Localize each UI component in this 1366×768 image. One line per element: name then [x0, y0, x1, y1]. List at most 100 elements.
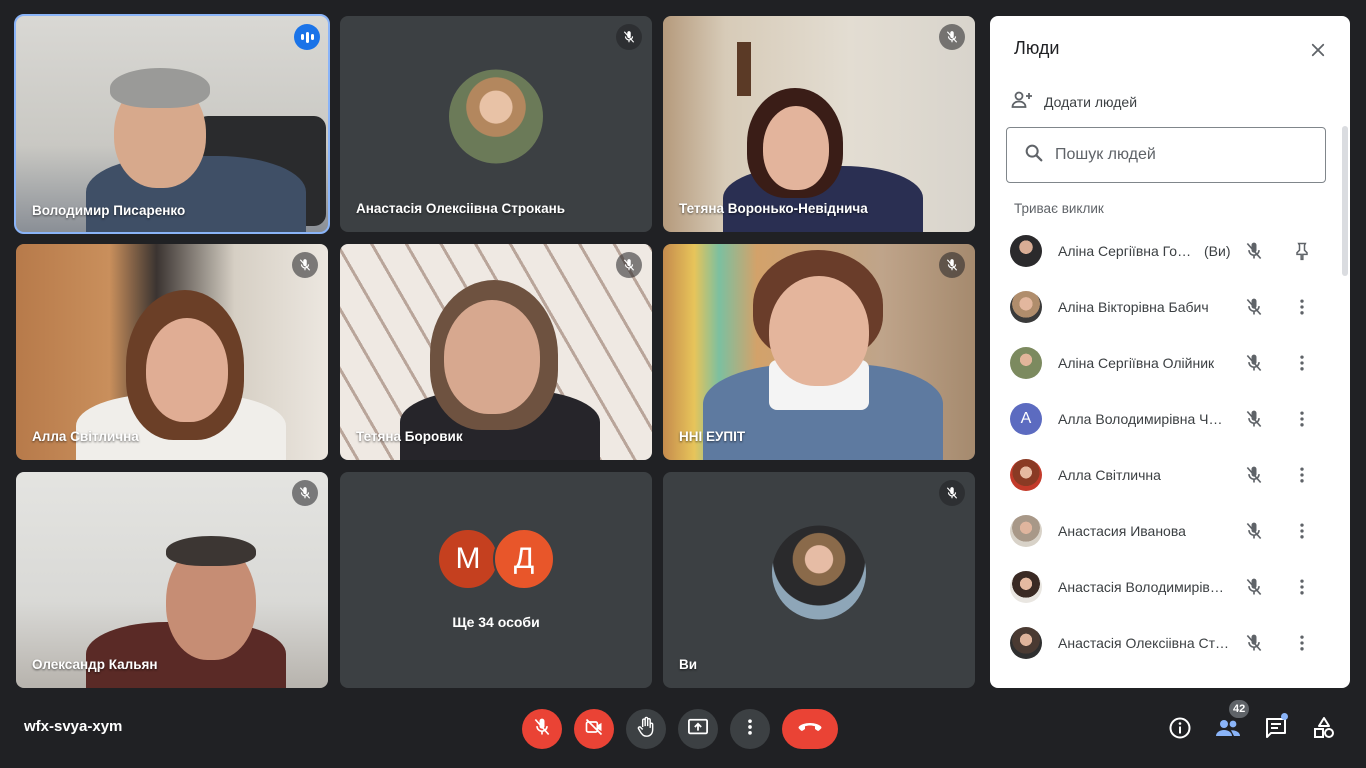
search-field[interactable]: [1006, 127, 1326, 183]
mic-off-icon: [292, 252, 318, 278]
more-vert-icon[interactable]: [1290, 575, 1314, 599]
avatar: [449, 69, 543, 164]
chat-notification-dot: [1281, 713, 1288, 720]
more-options-button[interactable]: [730, 709, 770, 749]
close-icon[interactable]: [1304, 36, 1332, 64]
avatar: [1010, 235, 1042, 267]
activities-icon[interactable]: [1310, 714, 1338, 742]
participant-name: Аліна Вікторівна Бабич: [1058, 299, 1209, 315]
participant-name: Алла Володимирівна Че…: [1058, 411, 1230, 427]
participant-name: ННІ ЕУПІТ: [679, 429, 746, 444]
participant-name: Аліна Сергіївна Олійник: [1058, 355, 1215, 371]
mic-off-icon: [532, 717, 552, 742]
raise-hand-button[interactable]: [626, 709, 666, 749]
scrollbar[interactable]: [1342, 126, 1348, 276]
mic-toggle-button[interactable]: [522, 709, 562, 749]
participant-name: Анастасія Олексіівна Строкань: [356, 201, 566, 216]
panel-title: Люди: [1014, 38, 1060, 58]
avatar: [1010, 571, 1042, 603]
video-feed: [16, 16, 328, 232]
avatar: [1010, 291, 1042, 323]
participant-list: Аліна Сергіївна Гон… (Ви) Аліна Вікторів…: [990, 223, 1342, 671]
people-panel: Люди Додати людей Триває виклик Аліна Се…: [990, 16, 1350, 688]
mic-off-icon: [939, 480, 965, 506]
participant-tile[interactable]: Олександр Кальян: [16, 472, 328, 688]
more-vert-icon[interactable]: [1290, 407, 1314, 431]
list-item[interactable]: Анастасія Володимирівн…: [990, 559, 1342, 615]
participant-name: Тетяна Боровик: [356, 429, 463, 444]
more-vert-icon[interactable]: [1290, 295, 1314, 319]
participant-name: Аліна Сергіївна Гон…: [1058, 243, 1198, 259]
mic-off-icon: [1242, 295, 1266, 319]
speaking-indicator-icon: [294, 24, 320, 50]
participant-name: Ви: [679, 657, 698, 672]
add-people-label: Додати людей: [1044, 93, 1138, 110]
mic-off-icon: [1242, 463, 1266, 487]
participant-name: Олександр Кальян: [32, 657, 158, 672]
people-icon[interactable]: [1214, 714, 1242, 742]
video-feed: [16, 472, 328, 688]
mic-off-icon: [939, 24, 965, 50]
pin-icon[interactable]: [1290, 239, 1314, 263]
participant-tile[interactable]: Анастасія Олексіівна Строкань: [340, 16, 652, 232]
mic-off-icon: [1242, 519, 1266, 543]
mic-off-icon: [292, 480, 318, 506]
list-item[interactable]: Аліна Сергіївна Гон… (Ви): [990, 223, 1342, 279]
avatar: М: [437, 528, 499, 590]
more-vert-icon[interactable]: [1290, 631, 1314, 655]
participant-tile[interactable]: Алла Світлична: [16, 244, 328, 460]
avatar: [772, 525, 866, 620]
participant-name: Володимир Писаренко: [32, 203, 186, 218]
more-vert-icon[interactable]: [1290, 351, 1314, 375]
list-item[interactable]: Аліна Вікторівна Бабич: [990, 279, 1342, 335]
participant-tile[interactable]: ННІ ЕУПІТ: [663, 244, 975, 460]
more-participants-label: Ще 34 особи: [452, 614, 540, 630]
list-item[interactable]: Анастасія Олексіівна Ст…: [990, 615, 1342, 671]
add-person-icon: [1010, 88, 1034, 115]
you-label: (Ви): [1204, 243, 1231, 259]
search-input[interactable]: [1055, 146, 1305, 164]
participant-name: Алла Світлична: [32, 429, 139, 444]
mic-off-icon: [1242, 407, 1266, 431]
video-feed: [663, 16, 975, 232]
list-item[interactable]: Аліна Сергіївна Олійник: [990, 335, 1342, 391]
add-people-button[interactable]: Додати людей: [1010, 88, 1137, 115]
video-feed: [16, 244, 328, 460]
avatar: [1010, 515, 1042, 547]
camera-toggle-button[interactable]: [574, 709, 614, 749]
video-feed: [340, 244, 652, 460]
participant-name: Анастасія Олексіівна Ст…: [1058, 635, 1230, 651]
mic-off-icon: [616, 252, 642, 278]
mic-off-icon: [1242, 351, 1266, 375]
participant-tile[interactable]: Володимир Писаренко: [14, 14, 330, 234]
mic-off-icon: [939, 252, 965, 278]
avatar: Д: [493, 528, 555, 590]
search-icon: [1023, 142, 1045, 169]
self-tile[interactable]: Ви: [663, 472, 975, 688]
participant-name: Тетяна Воронько-Невіднича: [679, 201, 868, 216]
participants-count-badge: 42: [1229, 700, 1250, 718]
more-vert-icon[interactable]: [1290, 519, 1314, 543]
list-item[interactable]: Алла Світлична: [990, 447, 1342, 503]
mic-off-icon: [1242, 631, 1266, 655]
raise-hand-icon: [636, 716, 656, 743]
list-item[interactable]: Анастасия Иванова: [990, 503, 1342, 559]
participant-name: Анастасія Володимирівн…: [1058, 579, 1230, 595]
video-feed: [663, 244, 975, 460]
more-vert-icon[interactable]: [1290, 463, 1314, 487]
mic-off-icon: [1242, 239, 1266, 263]
more-participants-tile[interactable]: М Д Ще 34 особи: [340, 472, 652, 688]
participant-tile[interactable]: Тетяна Воронько-Невіднича: [663, 16, 975, 232]
avatar: [1010, 459, 1042, 491]
participant-tile[interactable]: Тетяна Боровик: [340, 244, 652, 460]
list-item[interactable]: A Алла Володимирівна Че…: [990, 391, 1342, 447]
end-call-icon: [797, 720, 823, 739]
section-title: Триває виклик: [1014, 201, 1104, 216]
avatar: [1010, 347, 1042, 379]
more-vert-icon: [740, 717, 760, 742]
end-call-button[interactable]: [782, 709, 838, 749]
info-icon[interactable]: [1166, 714, 1194, 742]
present-button[interactable]: [678, 709, 718, 749]
participant-name: Алла Світлична: [1058, 467, 1161, 483]
present-icon: [687, 717, 709, 742]
